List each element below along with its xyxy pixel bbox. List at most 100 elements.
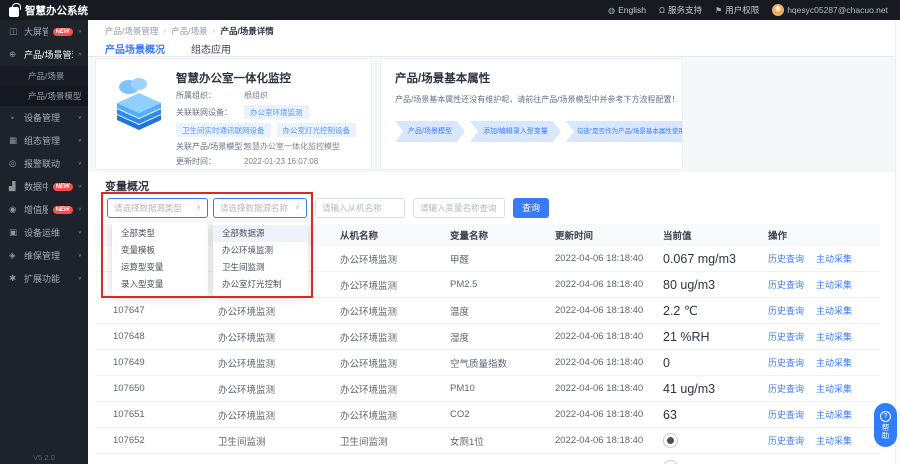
app-window: 智慧办公系统 ◍ English Ω 服务支持 ⚑ 用户权限 hqesyc052…: [0, 0, 900, 464]
target-icon: ◉: [9, 204, 17, 214]
breadcrumb-product-scene-mgmt[interactable]: 产品/场景管理: [105, 25, 158, 37]
search-button[interactable]: 查询: [513, 198, 549, 218]
datasource-type-select[interactable]: 请选择数据源类型 ∧: [107, 198, 208, 218]
app-logo-icon: [9, 2, 21, 17]
main-content: 产品/场景管理 › 产品/场景 › 产品/场景详情 产品场景概况 组态应用 智慧…: [88, 20, 900, 464]
sidebar-item-maintenance-mgmt[interactable]: ◈ 维保管理 ∨: [0, 244, 88, 267]
active-collect-link[interactable]: 主动采集: [816, 382, 852, 395]
permission-menu[interactable]: ⚑ 用户权限: [715, 4, 759, 16]
menu-item-office-light[interactable]: 办公室灯光控制: [213, 276, 308, 293]
menu-item-office-env[interactable]: 办公环境监测: [213, 242, 308, 259]
col-header-name: 变量名称: [450, 231, 489, 242]
table-row: 107649 办公环境监测 办公环境监测 空气质量指数 2022-04-06 1…: [95, 350, 880, 376]
scene-title: 智慧办公室一体化监控: [176, 73, 291, 85]
table-row-partial: [95, 454, 880, 464]
config-icon: ▦: [9, 135, 18, 145]
question-icon: ?: [880, 410, 891, 422]
table-row: 107648 办公环境监测 办公环境监测 湿度 2022-04-06 18:18…: [95, 324, 880, 350]
version-label: V5.2.0: [33, 453, 55, 462]
basic-attributes-title: 产品/场景基本属性: [395, 73, 491, 85]
history-query-link[interactable]: 历史查询: [768, 434, 804, 447]
sidebar-item-data-center[interactable]: ▟ 数据中心 NEW ∨: [0, 175, 88, 198]
sidebar-item-product-scene[interactable]: 产品/场景: [0, 66, 88, 86]
device-tag[interactable]: 卫生间实时通讯联网设备: [176, 123, 271, 137]
sidebar-item-value-added-services[interactable]: ◉ 增值服务 NEW ∨: [0, 198, 88, 221]
sidebar-item-screen-mgmt[interactable]: ◫ 大屏管理 NEW ∨: [0, 20, 88, 43]
datasource-name-select[interactable]: 请选择数据源名称 ∧: [213, 198, 307, 218]
chevron-down-icon: ∨: [77, 161, 82, 167]
radio-indicator[interactable]: [663, 433, 678, 448]
breadcrumb-separator: ›: [212, 25, 216, 35]
history-query-link[interactable]: 历史查询: [768, 356, 804, 369]
breadcrumb: 产品/场景管理 › 产品/场景 › 产品/场景详情: [105, 20, 900, 37]
menu-item-restroom[interactable]: 卫生间监测: [213, 259, 308, 276]
active-collect-link[interactable]: 主动采集: [816, 434, 852, 447]
support-menu[interactable]: Ω 服务支持: [659, 4, 702, 16]
current-value: 21 %RH: [663, 329, 710, 344]
sidebar-item-extensions[interactable]: ✱ 扩展功能 ∨: [0, 267, 88, 290]
active-collect-link[interactable]: 主动采集: [816, 330, 852, 343]
active-collect-link[interactable]: 主动采集: [816, 252, 852, 265]
scene-icon: ⊕: [9, 49, 17, 59]
language-switch[interactable]: ◍ English: [608, 5, 646, 15]
active-collect-link[interactable]: 主动采集: [816, 278, 852, 291]
sidebar-item-product-scene-mgmt[interactable]: ⊕ 产品/场景管理 ∧: [0, 43, 88, 66]
menu-item-all-datasources[interactable]: 全部数据源: [213, 225, 308, 242]
sidebar-item-device-mgmt[interactable]: ◔ 设备管理 ∨: [0, 106, 88, 129]
help-label: 帮助: [881, 422, 890, 440]
sidebar-item-config-mgmt[interactable]: ▦ 组态管理 ∨: [0, 129, 88, 152]
device-tag[interactable]: 办公室环境监测: [244, 105, 309, 119]
menu-item-variable-template[interactable]: 变量模板: [112, 242, 208, 259]
menu-item-computed-variable[interactable]: 运算型变量: [112, 259, 208, 276]
datasource-type-menu: 全部类型 变量模板 运算型变量 录入型变量: [112, 222, 208, 296]
gear-icon: ✱: [9, 273, 17, 283]
nav-strip: 产品/场景管理 › 产品/场景 › 产品/场景详情 产品场景概况 组态应用: [88, 20, 900, 61]
updated-label: 更新时间：: [176, 157, 216, 166]
history-query-link[interactable]: 历史查询: [768, 330, 804, 343]
history-query-link[interactable]: 历史查询: [768, 252, 804, 265]
datasource-name-menu: 全部数据源 办公环境监测 卫生间监测 办公室灯光控制: [213, 222, 308, 296]
box-icon: ▣: [9, 227, 18, 237]
table-row: 107650 办公环境监测 办公环境监测 PM10 2022-04-06 18:…: [95, 376, 880, 402]
chevron-up-icon: ∧: [77, 52, 82, 58]
current-value: 63: [663, 407, 677, 422]
chevron-down-icon: ∨: [77, 29, 82, 35]
current-value: 2.2 ℃: [663, 304, 698, 318]
org-label: 所属组织：: [176, 91, 216, 100]
history-query-link[interactable]: 历史查询: [768, 278, 804, 291]
chevron-down-icon: ∨: [77, 207, 82, 213]
chevron-down-icon: ∨: [77, 115, 82, 121]
model-value: 智慧办公室一体化监控模型: [244, 142, 340, 151]
variable-name-input[interactable]: 请输入变量名称查询: [413, 198, 505, 218]
slave-name-input[interactable]: 请输入从机名称: [315, 198, 405, 218]
chevron-down-icon: ∨: [77, 276, 82, 282]
history-query-link[interactable]: 历史查询: [768, 382, 804, 395]
active-collect-link[interactable]: 主动采集: [816, 356, 852, 369]
device-tag[interactable]: 办公室灯光控制设备: [276, 123, 356, 137]
user-account[interactable]: hqesyc05287@chacuo.net: [772, 4, 888, 16]
active-collect-link[interactable]: 主动采集: [816, 304, 852, 317]
active-collect-link[interactable]: 主动采集: [816, 408, 852, 421]
new-badge: NEW: [52, 205, 73, 214]
breadcrumb-current: 产品/场景详情: [220, 26, 274, 36]
sidebar-item-product-scene-model[interactable]: 产品/场景模型: [0, 86, 88, 106]
shield-icon: ◈: [9, 250, 16, 260]
sidebar-item-device-ops[interactable]: ▣ 设备运维 ∨: [0, 221, 88, 244]
app-title: 智慧办公系统: [25, 4, 88, 17]
radio-indicator[interactable]: [663, 459, 678, 464]
breadcrumb-product-scene[interactable]: 产品/场景: [171, 25, 207, 37]
current-value: 0: [663, 355, 670, 370]
table-row: 107652 卫生间监测 卫生间监测 女厕1位 2022-04-06 18:18…: [95, 428, 880, 454]
menu-item-all-types[interactable]: 全部类型: [112, 225, 208, 242]
history-query-link[interactable]: 历史查询: [768, 408, 804, 421]
current-value: 0.067 mg/m3: [663, 251, 736, 266]
history-query-link[interactable]: 历史查询: [768, 304, 804, 317]
variables-panel: 变量概况 请选择数据源类型 ∧ 请选择数据源名称 ∧ 请输入从机名称 请输入变量…: [88, 172, 900, 464]
help-button[interactable]: ? 帮助: [874, 403, 897, 447]
chevron-down-icon: ∨: [77, 253, 82, 259]
scrollbar-track[interactable]: [895, 20, 900, 464]
sidebar-item-alarm-linkage[interactable]: ◎ 报警联动 ∨: [0, 152, 88, 175]
menu-item-input-variable[interactable]: 录入型变量: [112, 276, 208, 293]
workflow-step: 产品/场景模型: [395, 121, 465, 142]
chevron-up-icon: ∧: [196, 204, 201, 211]
